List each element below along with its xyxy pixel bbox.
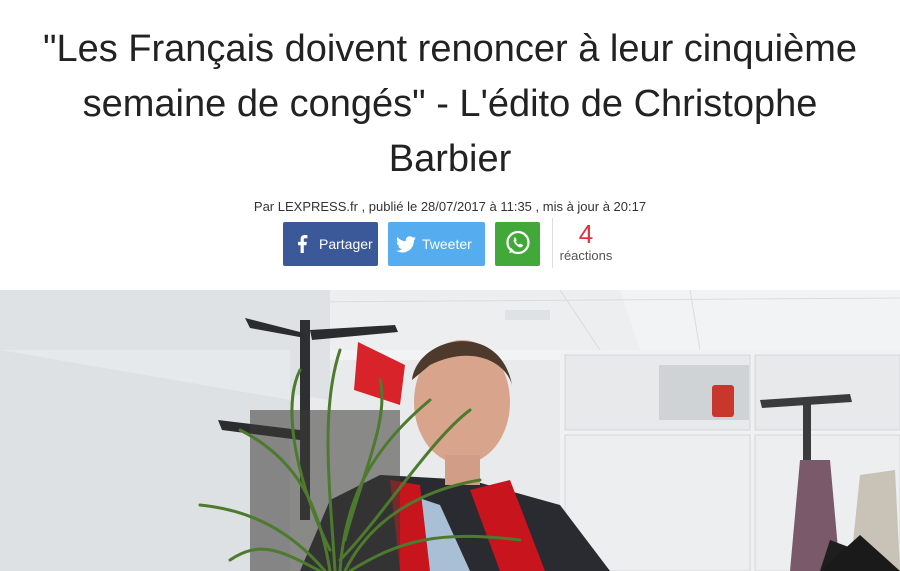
reactions-label: réactions: [559, 248, 613, 263]
twitter-share-label: Tweeter: [422, 236, 472, 252]
twitter-share-button[interactable]: Tweeter: [388, 222, 485, 266]
twitter-icon: [396, 234, 416, 254]
share-bar: Partager Tweeter 4 réactions: [283, 218, 619, 268]
whatsapp-icon: [504, 229, 532, 260]
article-title: "Les Français doivent renoncer à leur ci…: [42, 28, 858, 180]
facebook-icon: [293, 234, 313, 254]
article-page: "Les Français doivent renoncer à leur ci…: [0, 0, 900, 571]
video-player[interactable]: [0, 290, 900, 571]
article-header: "Les Français doivent renoncer à leur ci…: [0, 0, 900, 214]
article-byline: Par LEXPRESS.fr , publié le 28/07/2017 à…: [253, 199, 647, 214]
whatsapp-share-button[interactable]: [495, 222, 540, 266]
facebook-share-label: Partager: [319, 236, 373, 252]
video-frame-image: [0, 290, 900, 571]
reactions-count: 4: [578, 219, 594, 249]
facebook-share-button[interactable]: Partager: [283, 222, 378, 266]
reactions-counter[interactable]: 4 réactions: [552, 218, 619, 268]
